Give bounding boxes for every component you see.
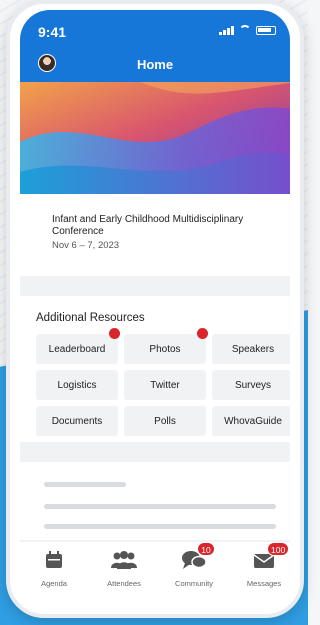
- logistics-button[interactable]: Logistics: [36, 370, 118, 400]
- tab-label: Community: [175, 579, 213, 588]
- button-label: WhovaGuide: [224, 415, 282, 427]
- app-screen: 9:41 Home Infant and Early Childhood Mul…: [20, 10, 290, 608]
- button-label: Leaderboard: [48, 343, 106, 355]
- phone-notch: [88, 10, 228, 32]
- section-title: Additional Resources: [36, 312, 145, 324]
- top-bar: 9:41 Home: [20, 10, 290, 82]
- event-date: Nov 6 – 7, 2023: [52, 240, 120, 251]
- documents-button[interactable]: Documents: [36, 406, 118, 436]
- battery-icon: [256, 25, 276, 35]
- status-time: 9:41: [38, 24, 67, 40]
- tab-label: Attendees: [107, 579, 141, 588]
- surveys-button[interactable]: Surveys: [212, 370, 290, 400]
- button-label: Polls: [154, 415, 176, 427]
- chat-bubbles-icon: 10: [181, 542, 215, 570]
- additional-resources-section: Additional Resources Leaderboard Photos …: [20, 296, 290, 442]
- leaderboard-button[interactable]: Leaderboard: [36, 328, 120, 364]
- tab-label: Messages: [246, 579, 282, 588]
- placeholder-line: [44, 482, 126, 487]
- people-icon: [109, 550, 139, 570]
- phone-frame: 9:41 Home Infant and Early Childhood Mul…: [6, 0, 304, 618]
- resources-grid: Leaderboard Photos Speakers Logistics Tw…: [36, 328, 290, 436]
- tab-community[interactable]: 10 Community: [162, 542, 226, 588]
- calendar-icon: [43, 550, 65, 570]
- new-indicator-dot: [109, 328, 120, 339]
- tab-label: Agenda: [41, 579, 67, 588]
- speakers-button[interactable]: Speakers: [212, 334, 290, 364]
- photos-button[interactable]: Photos: [124, 328, 208, 364]
- event-banner-image: [20, 82, 290, 194]
- community-badge: 10: [197, 542, 215, 556]
- button-label: Documents: [51, 415, 103, 427]
- tab-messages[interactable]: 100 Messages: [232, 542, 290, 588]
- event-title: Infant and Early Childhood Multidiscipli…: [52, 214, 244, 237]
- tab-attendees[interactable]: Attendees: [92, 550, 156, 588]
- event-card[interactable]: Infant and Early Childhood Multidiscipli…: [20, 194, 290, 276]
- wifi-icon: [239, 25, 251, 35]
- polls-button[interactable]: Polls: [124, 406, 206, 436]
- button-label: Logistics: [57, 379, 97, 391]
- twitter-button[interactable]: Twitter: [124, 370, 206, 400]
- loading-placeholder: [20, 462, 290, 540]
- envelope-icon: 100: [253, 542, 290, 570]
- status-icons: [219, 25, 276, 35]
- button-label: Speakers: [231, 343, 275, 355]
- messages-badge: 100: [267, 542, 290, 556]
- signal-icon: [219, 25, 234, 35]
- tab-agenda[interactable]: Agenda: [22, 550, 86, 588]
- placeholder-line: [44, 524, 276, 529]
- new-indicator-dot: [197, 328, 208, 339]
- button-label: Twitter: [150, 379, 180, 391]
- placeholder-line: [44, 504, 276, 509]
- button-label: Photos: [149, 343, 181, 355]
- whovaguide-button[interactable]: WhovaGuide: [212, 406, 290, 436]
- page-title: Home: [136, 57, 174, 72]
- button-label: Surveys: [234, 379, 272, 391]
- banner-artwork: [20, 82, 290, 194]
- bottom-tab-bar: Agenda Attendees 10 Community 100 Messag…: [20, 542, 290, 608]
